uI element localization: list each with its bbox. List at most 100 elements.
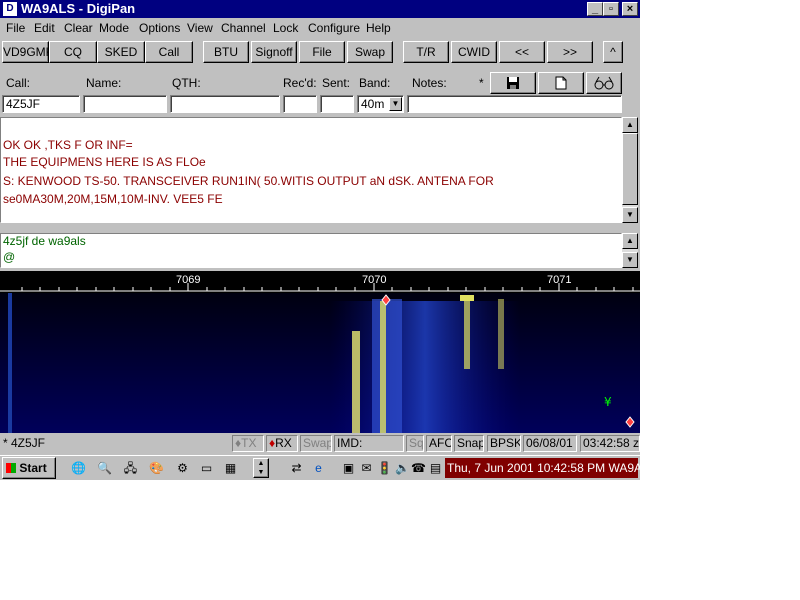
cq-button[interactable]: CQ [49, 41, 97, 63]
band-label: Band: [359, 76, 391, 90]
transmit-line: 4z5jf de wa9als [3, 234, 86, 248]
squelch-toggle[interactable]: Sq [406, 435, 424, 452]
scroll-up-icon[interactable]: ▲ [622, 233, 638, 249]
menu-options[interactable]: Options [139, 21, 180, 35]
status-bar: * 4Z5JF ♦TX ♦RX Swap IMD: Sq AFC Snap BP… [0, 434, 640, 453]
waterfall-display[interactable]: ¥ 7069 7070 7071 [0, 271, 640, 433]
file-button[interactable]: File [299, 41, 345, 63]
scroll-up-icon[interactable]: ▲ [622, 117, 638, 133]
program-icon[interactable]: ⚙ [174, 460, 191, 477]
menu-help[interactable]: Help [366, 21, 391, 35]
recd-field[interactable] [283, 95, 317, 113]
status-call: * 4Z5JF [3, 436, 46, 450]
chevron-down-icon[interactable]: ▼ [389, 97, 402, 111]
minimize-icon[interactable]: _ [587, 2, 603, 16]
transmit-line: @ [3, 250, 16, 264]
paint-icon[interactable]: 🎨 [148, 460, 165, 477]
menu-edit[interactable]: Edit [34, 21, 55, 35]
window-title: WA9ALS - DigiPan [21, 1, 136, 16]
taskbar-clock[interactable]: Thu, 7 Jun 2001 10:42:58 PM WA9ALS [445, 458, 657, 478]
menu-view[interactable]: View [187, 21, 213, 35]
internet-explorer-icon[interactable]: 🌐 [70, 460, 87, 477]
glasses-icon [594, 76, 614, 90]
band-select[interactable]: 40m ▼ [357, 95, 404, 113]
new-document-icon [555, 76, 567, 90]
call-label: Call: [6, 76, 31, 90]
menu-configure[interactable]: Configure [308, 21, 360, 35]
maximize-icon[interactable]: ▫ [603, 2, 619, 16]
menu-clear[interactable]: Clear [64, 21, 93, 35]
menu-bar: File Edit Clear Mode Options View Channe… [0, 18, 640, 38]
next-macros-button[interactable]: >> [547, 41, 593, 63]
ie-logo-icon[interactable]: e [310, 460, 327, 477]
receive-line: THE EQUIPMENS HERE IS AS FLOe [3, 155, 206, 169]
imd-readout: IMD: [334, 435, 404, 452]
swap-indicator[interactable]: Swap [300, 435, 332, 452]
new-log-button[interactable] [538, 72, 584, 94]
swap-button[interactable]: Swap [347, 41, 393, 63]
connection-icon[interactable]: ☎ [410, 460, 427, 477]
signoff-button[interactable]: Signoff [251, 41, 297, 63]
prev-macros-button[interactable]: << [499, 41, 545, 63]
qth-label: QTH: [172, 76, 201, 90]
notes-label: Notes: [412, 76, 447, 90]
macro-button-vd9gmk[interactable]: VD9GMK [2, 41, 49, 63]
taskbar-scroll[interactable]: ▲ ▼ [253, 458, 269, 478]
menu-file[interactable]: File [6, 21, 25, 35]
receive-text-pane[interactable]: OK OK ,TKS F OR INF= THE EQUIPMENS HERE … [0, 117, 622, 223]
menu-channel[interactable]: Channel [221, 21, 266, 35]
scroll-down-icon[interactable]: ▼ [622, 207, 638, 223]
lookup-button[interactable] [586, 72, 622, 94]
map-icon[interactable]: ▦ [222, 460, 239, 477]
digipan-icon[interactable]: ⇄ [288, 460, 305, 477]
search-icon[interactable]: 🔍 [96, 460, 113, 477]
status-time: 03:42:58 z [580, 435, 640, 452]
rx-indicator[interactable]: ♦RX [266, 435, 298, 452]
sent-label: Sent: [322, 76, 351, 90]
name-label: Name: [86, 76, 122, 90]
notes-field[interactable] [407, 95, 622, 113]
qth-field[interactable] [170, 95, 280, 113]
receive-line: se0MA30M,20M,15M,10M-INV. VEE5 FE [3, 192, 223, 206]
name-field[interactable] [83, 95, 167, 113]
receive-scrollbar[interactable]: ▲ ▼ [622, 117, 638, 223]
scroll-down-icon[interactable]: ▼ [622, 252, 638, 268]
transmit-scrollbar[interactable]: ▲ ▼ [622, 233, 638, 268]
svg-text:¥: ¥ [604, 395, 612, 409]
windows-logo-icon [6, 463, 16, 473]
title-bar[interactable]: D WA9ALS - DigiPan _ ▫ × [0, 0, 640, 18]
menu-lock[interactable]: Lock [273, 21, 298, 35]
status-date: 06/08/01 [523, 435, 577, 452]
collapse-toolbar-button[interactable]: ^ [603, 41, 623, 63]
transmit-text-pane[interactable]: 4z5jf de wa9als @ [0, 233, 622, 268]
recd-label: Rec'd: [283, 76, 317, 90]
network-icon[interactable]: 🖧 [122, 460, 139, 477]
btu-button[interactable]: BTU [203, 41, 249, 63]
band-value: 40m [361, 97, 385, 111]
snap-toggle[interactable]: Snap [454, 435, 484, 452]
save-log-button[interactable] [490, 72, 536, 94]
receive-line: OK OK ,TKS F OR INF= [3, 138, 133, 152]
traffic-light-icon[interactable]: 🚦 [376, 460, 393, 477]
taskbar: Start 🌐 🔍 🖧 🎨 ⚙ ▭ ▦ ▲ ▼ ⇄ e ▣ ✉ 🚦 🔈 ☎ ▤ T… [0, 455, 657, 480]
call-field[interactable]: 4Z5JF [2, 95, 80, 113]
sent-field[interactable] [320, 95, 354, 113]
tx-indicator[interactable]: ♦TX [232, 435, 264, 452]
volume-icon[interactable]: 🔈 [394, 460, 411, 477]
sked-button[interactable]: SKED [97, 41, 145, 63]
scheduler-icon[interactable]: ▣ [340, 460, 357, 477]
waterfall-graphic: ¥ [0, 283, 640, 433]
update-icon[interactable]: ✉ [358, 460, 375, 477]
call-button[interactable]: Call [145, 41, 193, 63]
window-icon[interactable]: ▭ [198, 460, 215, 477]
close-icon[interactable]: × [622, 2, 638, 16]
start-button[interactable]: Start [2, 457, 56, 479]
freq-label-7070: 7070 [362, 274, 387, 286]
tr-button[interactable]: T/R [403, 41, 449, 63]
mode-indicator[interactable]: BPSK [487, 435, 521, 452]
cwid-button[interactable]: CWID [451, 41, 497, 63]
scroll-thumb[interactable] [622, 133, 638, 205]
menu-mode[interactable]: Mode [99, 21, 129, 35]
afc-toggle[interactable]: AFC [426, 435, 452, 452]
display-icon[interactable]: ▤ [427, 460, 444, 477]
